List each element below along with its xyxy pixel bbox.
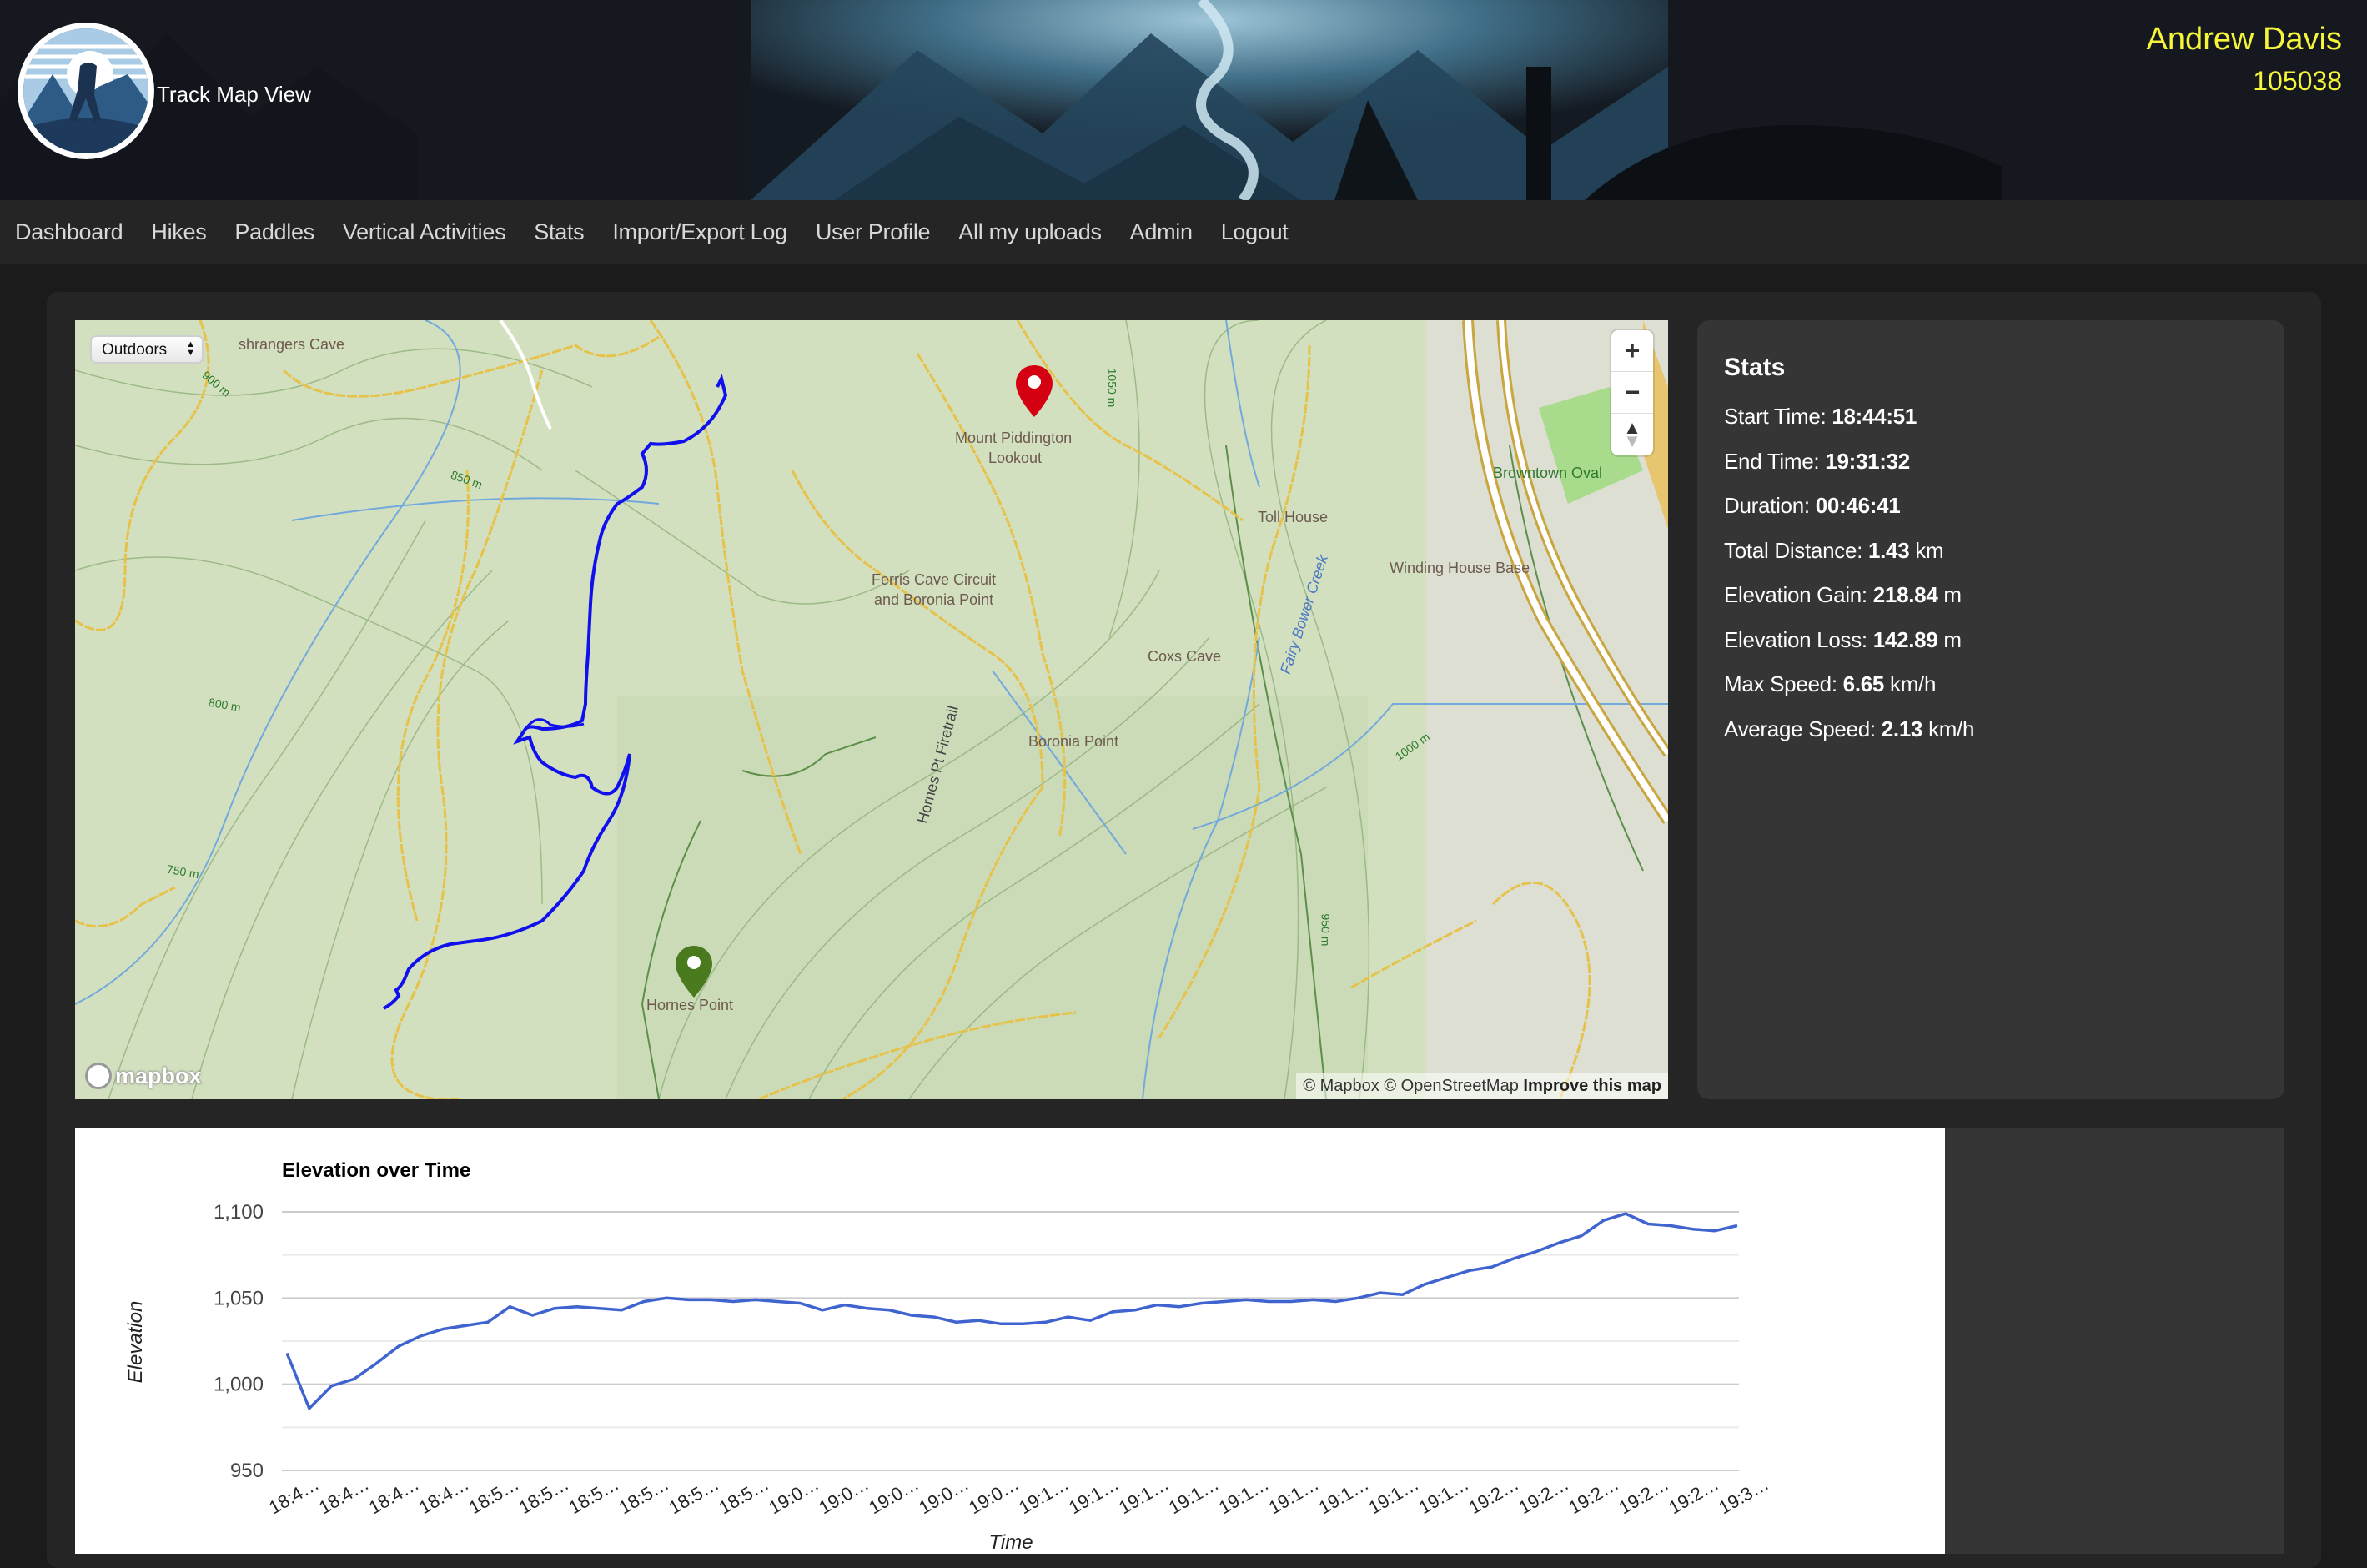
x-tick-label: 18:4…	[415, 1473, 473, 1518]
stats-panel: Stats Start Time: 18:44:51 End Time: 19:…	[1697, 320, 2284, 1099]
poi-label: Browntown Oval	[1493, 465, 1603, 481]
site-logo[interactable]	[18, 23, 154, 159]
x-tick-label: 19:0…	[815, 1473, 872, 1518]
poi-label: Toll House	[1258, 509, 1329, 525]
x-tick-label: 19:2…	[1515, 1473, 1573, 1518]
mapbox-logo-icon	[85, 1063, 112, 1089]
site-title: Track Map View	[157, 82, 311, 107]
track-map[interactable]: shrangers Cave Mount Piddington Lookout …	[75, 320, 1668, 1099]
nav-hikes[interactable]: Hikes	[151, 219, 206, 245]
elevation-chart: Elevation over Time Elevation Time 1,100…	[75, 1128, 1945, 1554]
y-tick-label: 1,100	[214, 1201, 264, 1224]
x-tick-label: 18:5…	[565, 1473, 623, 1518]
elevation-series-line	[285, 1212, 1738, 1410]
improve-map-link[interactable]: Improve this map	[1523, 1077, 1661, 1095]
x-tick-label: 19:1…	[1265, 1473, 1323, 1518]
x-tick-label: 19:0…	[965, 1473, 1023, 1518]
x-tick-label: 19:2…	[1465, 1473, 1523, 1518]
stat-elevation-loss: Elevation Loss: 142.89 m	[1724, 626, 1962, 652]
chart-side-panel	[1945, 1128, 2284, 1554]
x-tick-label: 19:2…	[1615, 1473, 1672, 1518]
y-tick-label: 1,050	[214, 1287, 264, 1309]
x-tick-label: 19:2…	[1665, 1473, 1722, 1518]
x-tick-label: 18:5…	[465, 1473, 523, 1518]
map-attribution: © Mapbox © OpenStreetMap Improve this ma…	[1296, 1073, 1668, 1099]
stat-elevation-gain: Elevation Gain: 218.84 m	[1724, 582, 1962, 607]
hiker-logo-icon	[23, 28, 148, 153]
attribution-text[interactable]: © Mapbox © OpenStreetMap	[1303, 1077, 1519, 1095]
x-tick-label: 19:2…	[1565, 1473, 1622, 1518]
nav-logout[interactable]: Logout	[1221, 219, 1289, 245]
elevation-chart-svg: Elevation over Time Elevation Time 1,100…	[124, 1159, 1772, 1554]
poi-label: Ferris Cave Circuit	[872, 571, 997, 588]
banner-landscape-image	[0, 0, 2367, 200]
map-zoom-controls: + − ▲ ▼	[1611, 330, 1653, 455]
nav-vertical-activities[interactable]: Vertical Activities	[343, 219, 506, 245]
stat-total-distance: Total Distance: 1.43 km	[1724, 537, 1944, 563]
y-tick-label: 1,000	[214, 1374, 264, 1396]
mapbox-logo[interactable]: mapbox	[85, 1063, 202, 1089]
end-marker-icon[interactable]	[1014, 364, 1054, 419]
user-id: 105038	[2253, 66, 2342, 96]
poi-label: Mount Piddington	[955, 430, 1073, 446]
stat-average-speed: Average Speed: 2.13 km/h	[1724, 716, 1975, 741]
stat-max-speed: Max Speed: 6.65 km/h	[1724, 671, 1937, 696]
x-tick-label: 19:0…	[915, 1473, 972, 1518]
poi-label: Winding House Base	[1390, 560, 1530, 576]
stat-start-time: Start Time: 18:44:51	[1724, 404, 1917, 429]
y-tick-label: 950	[230, 1460, 264, 1482]
nav-import-export-log[interactable]: Import/Export Log	[612, 219, 787, 245]
contour-label: 950 m	[1319, 913, 1333, 947]
x-tick-label: 19:1…	[1015, 1473, 1073, 1518]
poi-label: Lookout	[988, 450, 1043, 466]
y-axis-label: Elevation	[124, 1301, 147, 1384]
x-tick-label: 18:5…	[666, 1473, 723, 1518]
nav-all-my-uploads[interactable]: All my uploads	[958, 219, 1102, 245]
x-axis-label: Time	[988, 1531, 1033, 1554]
nav-user-profile[interactable]: User Profile	[816, 219, 931, 245]
x-tick-label: 18:4…	[365, 1473, 423, 1518]
nav-dashboard[interactable]: Dashboard	[15, 219, 123, 245]
x-tick-label: 19:1…	[1315, 1473, 1373, 1518]
header-banner: Track Map View Andrew Davis 105038	[0, 0, 2367, 200]
poi-label: shrangers Cave	[239, 336, 345, 353]
stats-title: Stats	[1724, 354, 1786, 381]
x-tick-label: 18:4…	[265, 1473, 323, 1518]
stat-end-time: End Time: 19:31:32	[1724, 448, 1910, 474]
x-tick-label: 19:1…	[1415, 1473, 1473, 1518]
chart-title: Elevation over Time	[282, 1159, 470, 1182]
contour-label: 1050 m	[1105, 368, 1119, 408]
nav-admin[interactable]: Admin	[1130, 219, 1193, 245]
x-tick-label: 19:0…	[865, 1473, 922, 1518]
x-tick-label: 18:5…	[616, 1473, 673, 1518]
x-tick-label: 19:3…	[1715, 1473, 1772, 1518]
zoom-in-button[interactable]: +	[1611, 330, 1653, 372]
x-tick-label: 19:1…	[1115, 1473, 1173, 1518]
nav-paddles[interactable]: Paddles	[234, 219, 314, 245]
x-tick-label: 19:1…	[1065, 1473, 1123, 1518]
start-marker-icon[interactable]	[674, 944, 714, 999]
map-tiles	[75, 320, 1668, 1099]
stat-duration: Duration: 00:46:41	[1724, 493, 1901, 518]
poi-label: Boronia Point	[1028, 733, 1119, 750]
x-tick-label: 19:1…	[1215, 1473, 1273, 1518]
x-tick-label: 18:4…	[315, 1473, 373, 1518]
nav-stats[interactable]: Stats	[534, 219, 584, 245]
poi-label: and Boronia Point	[874, 591, 994, 608]
x-tick-label: 18:5…	[515, 1473, 573, 1518]
main-nav: Dashboard Hikes Paddles Vertical Activit…	[0, 200, 2367, 264]
poi-label: Coxs Cave	[1148, 648, 1222, 665]
x-tick-label: 19:1…	[1365, 1473, 1423, 1518]
x-tick-label: 18:5…	[715, 1473, 772, 1518]
compass-button[interactable]: ▲ ▼	[1611, 414, 1653, 455]
select-arrows-icon: ▲ ▼	[186, 339, 195, 358]
map-style-value: Outdoors	[102, 341, 168, 359]
zoom-out-button[interactable]: −	[1611, 372, 1653, 414]
map-style-select[interactable]: Outdoors ▲ ▼	[90, 335, 204, 364]
user-name: Andrew Davis	[2146, 22, 2342, 57]
x-tick-label: 19:0…	[765, 1473, 822, 1518]
x-tick-label: 19:1…	[1165, 1473, 1223, 1518]
mapbox-logo-text: mapbox	[115, 1063, 202, 1088]
